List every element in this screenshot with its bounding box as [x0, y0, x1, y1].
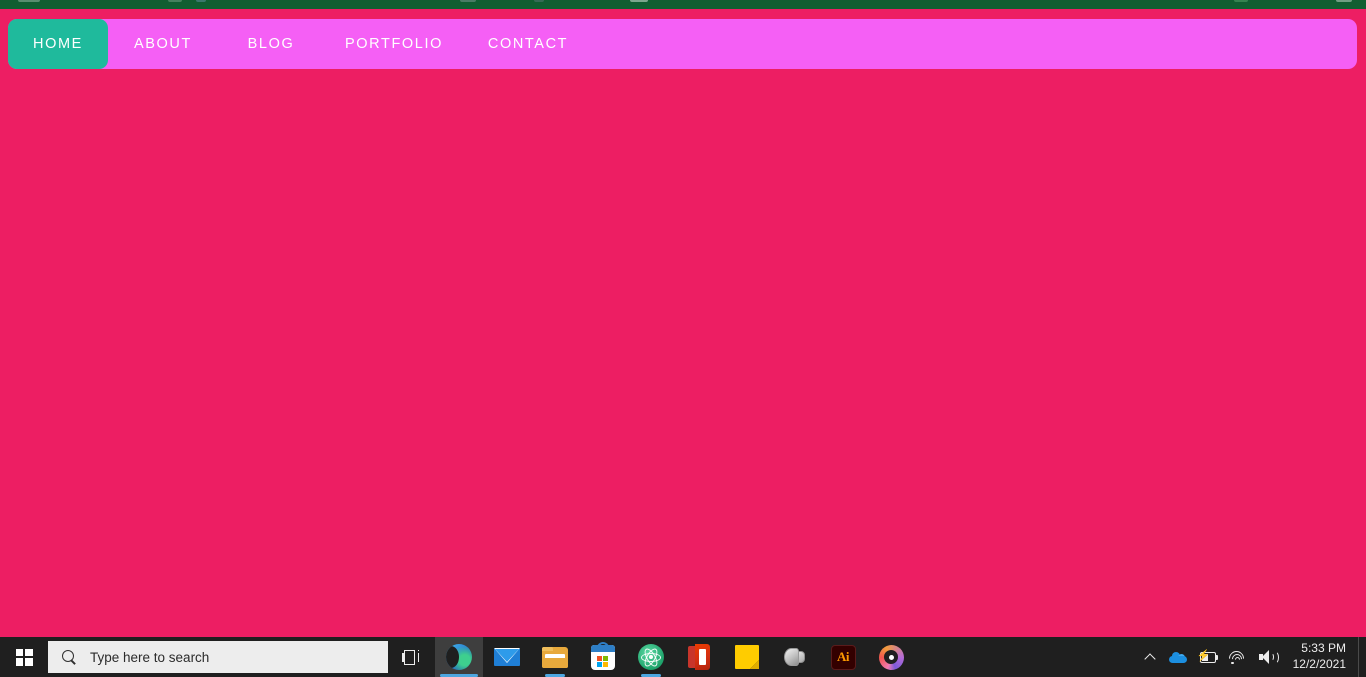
taskbar-app-microsoft-store[interactable]	[579, 637, 627, 677]
taskbar-app-file-explorer[interactable]	[531, 637, 579, 677]
nav-label-portfolio: PORTFOLIO	[345, 36, 443, 52]
taskbar-search-box[interactable]: Type here to search	[48, 641, 388, 673]
windows-taskbar: Type here to search Ai ⚡ 5:33 PM 12/2/20…	[0, 637, 1366, 677]
screen: HOME ABOUT BLOG PORTFOLIO CONTACT Type h…	[0, 0, 1366, 677]
tray-overflow-button[interactable]	[1137, 637, 1163, 677]
chrome-ghost-element	[534, 0, 544, 2]
taskbar-app-atom[interactable]	[627, 637, 675, 677]
mail-icon	[494, 648, 520, 666]
atom-icon	[638, 644, 664, 670]
nav-label-about: ABOUT	[134, 36, 192, 52]
taskbar-app-media-ring[interactable]	[867, 637, 915, 677]
chrome-ghost-element	[630, 0, 648, 2]
sticky-note-icon	[735, 645, 759, 669]
tray-clock[interactable]: 5:33 PM 12/2/2021	[1285, 641, 1358, 673]
clock-date: 12/2/2021	[1292, 657, 1346, 671]
taskbar-app-office[interactable]	[675, 637, 723, 677]
nav-label-blog: BLOG	[247, 36, 295, 52]
cloud-icon	[1168, 651, 1187, 663]
illustrator-icon: Ai	[830, 644, 856, 670]
browser-chrome-strip	[0, 0, 1366, 9]
start-button[interactable]	[0, 637, 48, 677]
chrome-ghost-element	[196, 0, 206, 2]
folder-icon	[542, 646, 568, 668]
search-placeholder: Type here to search	[90, 649, 210, 665]
system-tray: ⚡ 5:33 PM 12/2/2021	[1137, 637, 1366, 677]
nav-item-home[interactable]: HOME	[8, 19, 108, 69]
taskbar-app-adobe-illustrator[interactable]: Ai	[819, 637, 867, 677]
taskbar-app-mail[interactable]	[483, 637, 531, 677]
nav-item-portfolio[interactable]: PORTFOLIO	[324, 19, 464, 69]
windows-logo-icon	[15, 648, 33, 666]
taskbar-app-audio-device[interactable]	[771, 637, 819, 677]
store-icon	[591, 641, 615, 670]
chrome-ghost-element	[1234, 0, 1248, 2]
taskbar-app-sticky-notes[interactable]	[723, 637, 771, 677]
search-icon	[62, 649, 77, 665]
nav-label-contact: CONTACT	[487, 36, 569, 52]
tray-onedrive-button[interactable]	[1163, 637, 1193, 677]
taskbar-app-icons: Ai	[435, 637, 915, 677]
tray-battery-button[interactable]: ⚡	[1193, 637, 1223, 677]
chrome-ghost-element	[1336, 0, 1352, 2]
speaker-icon	[782, 645, 808, 669]
battery-charging-icon: ⚡	[1197, 650, 1218, 663]
chrome-ghost-element	[460, 0, 476, 2]
wifi-icon	[1226, 647, 1248, 670]
chevron-up-icon	[1143, 652, 1156, 665]
site-navbar: HOME ABOUT BLOG PORTFOLIO CONTACT	[8, 19, 1357, 69]
show-desktop-button[interactable]	[1358, 637, 1366, 677]
nav-item-contact[interactable]: CONTACT	[464, 19, 592, 69]
ring-disc-icon	[878, 644, 904, 670]
tray-network-button[interactable]	[1223, 637, 1253, 677]
task-view-button[interactable]	[388, 637, 435, 677]
chrome-ghost-element	[18, 0, 40, 2]
edge-icon	[446, 644, 472, 670]
nav-label-home: HOME	[33, 36, 83, 52]
chrome-ghost-element	[168, 0, 182, 2]
nav-item-about[interactable]: ABOUT	[108, 19, 218, 69]
nav-item-blog[interactable]: BLOG	[218, 19, 324, 69]
volume-icon	[1258, 649, 1279, 665]
tray-volume-button[interactable]	[1253, 637, 1285, 677]
website-body: HOME ABOUT BLOG PORTFOLIO CONTACT	[0, 9, 1366, 637]
office-icon	[688, 644, 710, 670]
clock-time: 5:33 PM	[1301, 641, 1346, 656]
illustrator-glyph: Ai	[837, 649, 850, 664]
taskbar-app-microsoft-edge[interactable]	[435, 637, 483, 677]
task-view-icon	[402, 649, 421, 665]
